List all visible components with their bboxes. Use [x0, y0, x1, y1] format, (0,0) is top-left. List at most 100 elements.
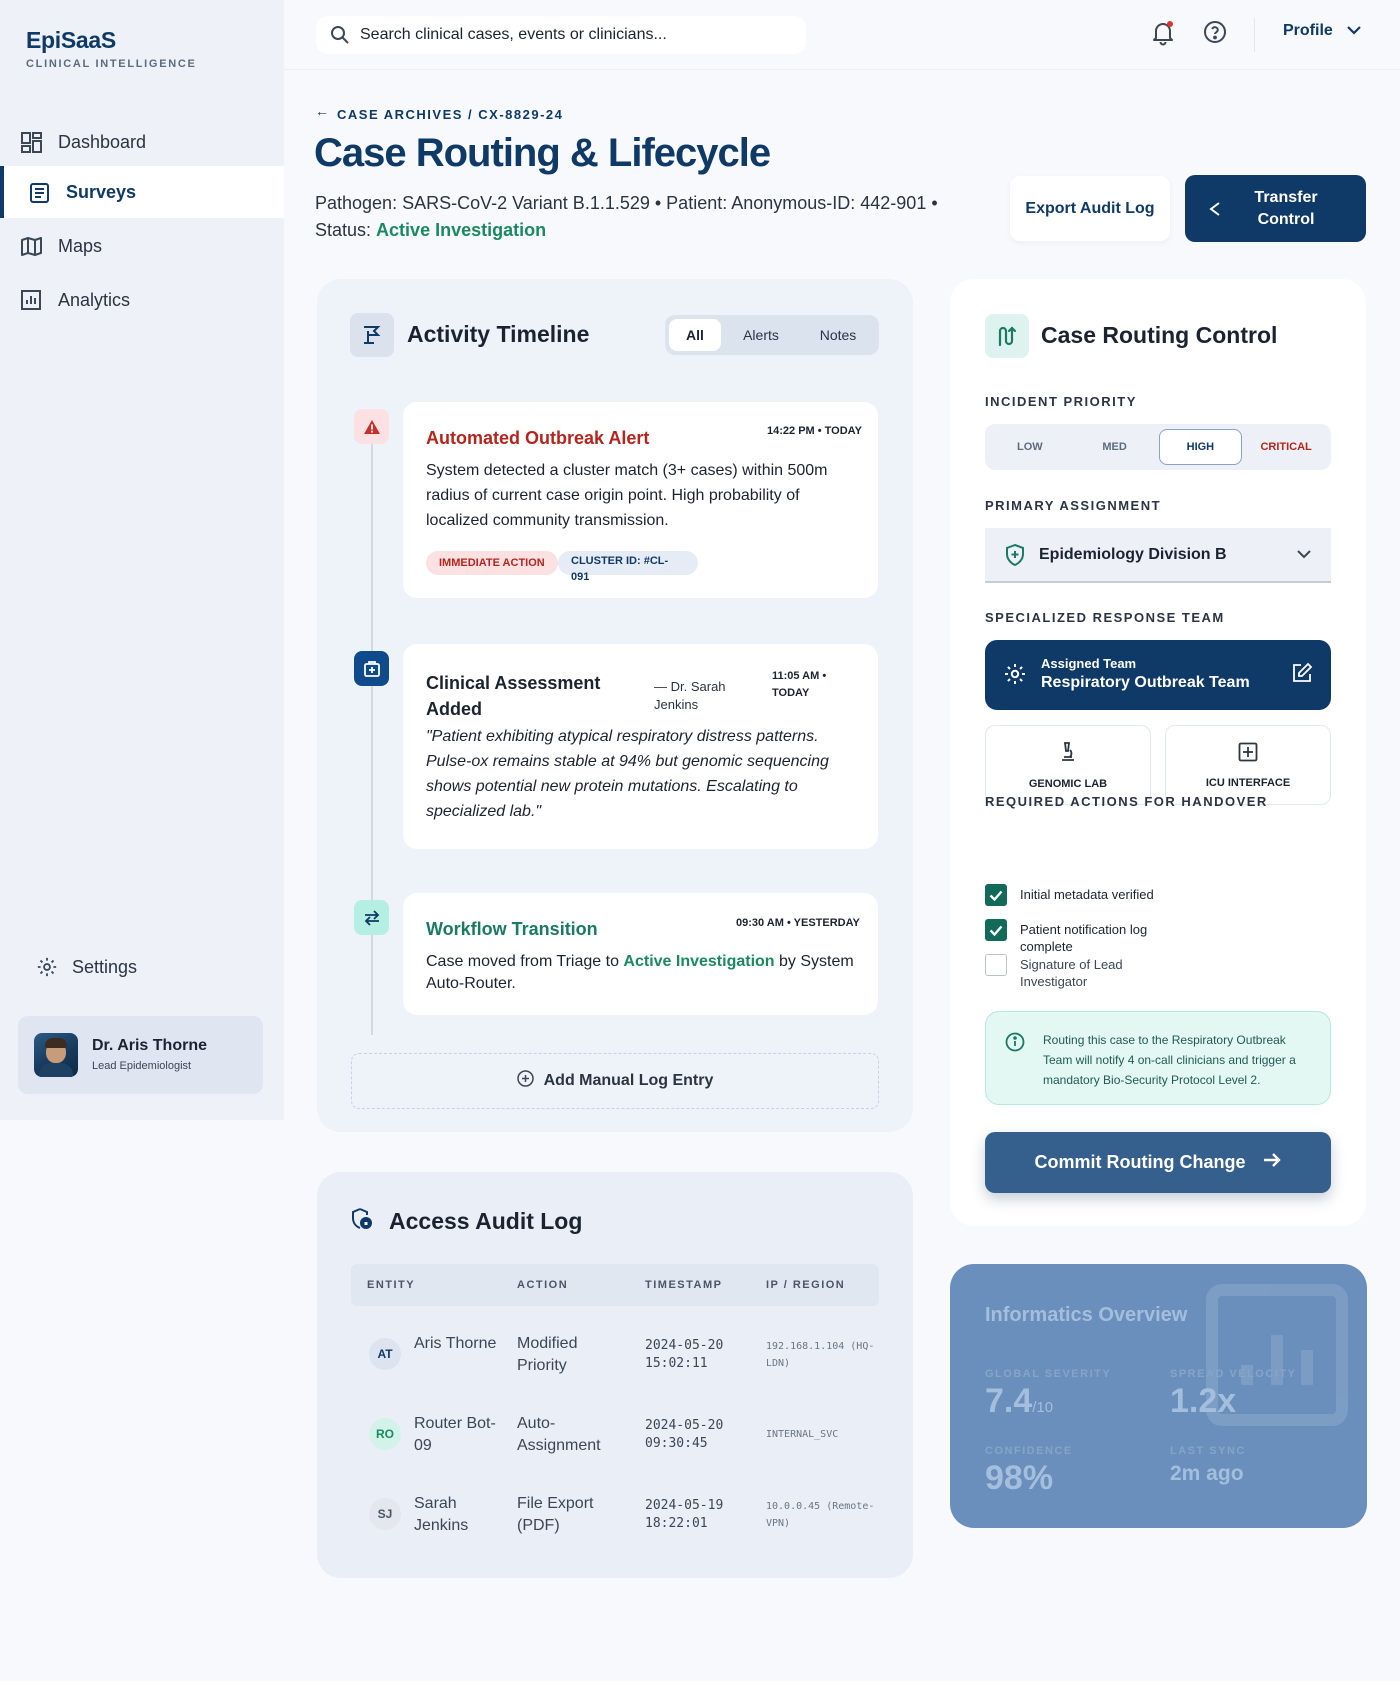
- checklist-item[interactable]: Patient notification log complete: [985, 919, 1205, 955]
- spread-velocity-label: SPREAD VELOCITY: [1170, 1368, 1297, 1380]
- avatar: RO: [369, 1418, 401, 1450]
- export-audit-log-button[interactable]: Export Audit Log: [1010, 176, 1170, 241]
- arrow-right-icon: [1263, 1152, 1282, 1173]
- event-title: Clinical Assessment Added: [426, 673, 601, 719]
- status-label: Status:: [315, 220, 372, 240]
- sidebar-item-surveys[interactable]: Surveys: [0, 166, 284, 218]
- user-name: Dr. Aris Thorne: [92, 1037, 207, 1054]
- chevron-down-icon: [1297, 550, 1311, 559]
- last-sync-label: LAST SYNC: [1170, 1445, 1246, 1457]
- priority-high[interactable]: HIGH: [1158, 429, 1243, 465]
- audit-title: Access Audit Log: [389, 1208, 583, 1234]
- user-card[interactable]: Dr. Aris Thorne Lead Epidemiologist: [18, 1016, 263, 1094]
- top-bar: Profile: [284, 0, 1400, 70]
- tab-notes[interactable]: Notes: [801, 319, 875, 351]
- avatar: AT: [369, 1338, 401, 1370]
- checkbox-checked[interactable]: [985, 884, 1007, 906]
- event-time: 14:22 PM • TODAY: [767, 425, 862, 437]
- global-severity-value: 7.4/10: [985, 1382, 1053, 1421]
- edit-icon[interactable]: [1291, 662, 1313, 684]
- access-audit-log-card: Access Audit Log ENTITY ACTION TIMESTAMP…: [317, 1172, 913, 1578]
- warning-icon: [354, 409, 389, 444]
- icu-interface-option[interactable]: ICU INTERFACE: [1165, 725, 1331, 805]
- avatar: [34, 1033, 78, 1077]
- settings-link[interactable]: Settings: [36, 956, 137, 978]
- sub-team-label: GENOMIC LAB: [1028, 777, 1108, 790]
- transfer-control-button[interactable]: Transfer Control: [1185, 175, 1366, 242]
- event-time: 11:05 AM • TODAY: [772, 670, 827, 699]
- chevron-down-icon: [1347, 22, 1361, 40]
- event-title: Automated Outbreak Alert: [426, 428, 650, 448]
- incident-priority-label: INCIDENT PRIORITY: [985, 394, 1137, 409]
- confidence-value: 98%: [985, 1459, 1054, 1497]
- action-cell: Auto-Assignment: [517, 1415, 601, 1454]
- tab-alerts[interactable]: Alerts: [721, 319, 801, 351]
- commit-routing-change-button[interactable]: Commit Routing Change: [985, 1132, 1331, 1193]
- event-body-text: Case moved from Triage to: [426, 953, 624, 970]
- checklist-item[interactable]: Signature of Lead Investigator: [985, 954, 1205, 990]
- case-meta: Pathogen: SARS-CoV-2 Variant B.1.1.529 •…: [315, 190, 975, 244]
- global-severity-unit: /10: [1032, 1399, 1054, 1416]
- user-role: Lead Epidemiologist: [92, 1060, 192, 1072]
- table-row[interactable]: RO Router Bot-09 Auto-Assignment 2024-05…: [351, 1394, 879, 1474]
- sidebar-item-analytics[interactable]: Analytics: [0, 274, 284, 326]
- priority-low[interactable]: LOW: [989, 429, 1071, 465]
- handover-label: REQUIRED ACTIONS FOR HANDOVER: [985, 794, 1268, 809]
- column-header: ENTITY: [367, 1279, 416, 1291]
- sidebar-item-label: Dashboard: [58, 131, 147, 152]
- sidebar-item-dashboard[interactable]: Dashboard: [0, 116, 284, 168]
- page-title: Case Routing & Lifecycle: [314, 131, 771, 175]
- brand-name: EpiSaaS: [26, 27, 116, 53]
- divider: [1254, 18, 1255, 52]
- timeline-filter-tabs: All Alerts Notes: [665, 315, 879, 355]
- checklist-item[interactable]: Initial metadata verified: [985, 884, 1205, 906]
- table-row[interactable]: SJ Sarah Jenkins File Export (PDF) 2024-…: [351, 1474, 879, 1554]
- profile-menu[interactable]: Profile: [1283, 22, 1361, 40]
- timestamp-cell: 2024-05-19 18:22:01: [645, 1498, 724, 1531]
- search-input[interactable]: [360, 26, 780, 44]
- action-cell: File Export (PDF): [517, 1495, 594, 1534]
- help-icon[interactable]: [1203, 20, 1227, 49]
- table-row[interactable]: AT Aris Thorne Modified Priority 2024-05…: [351, 1314, 879, 1394]
- sub-team-label: ICU INTERFACE: [1205, 776, 1291, 789]
- event-body-highlight: Active Investigation: [623, 953, 775, 970]
- avatar: SJ: [369, 1498, 401, 1530]
- search-icon: [330, 25, 350, 45]
- timeline-line: [371, 435, 373, 1035]
- checklist-label: Initial metadata verified: [1020, 887, 1154, 902]
- priority-selector: LOW MED HIGH CRITICAL: [985, 424, 1331, 470]
- timeline-event-workflow-transition[interactable]: Workflow Transition 09:30 AM • YESTERDAY…: [403, 893, 878, 1015]
- priority-critical[interactable]: CRITICAL: [1245, 429, 1327, 465]
- settings-label: Settings: [72, 956, 138, 977]
- timestamp-cell: 2024-05-20 15:02:11: [645, 1338, 724, 1371]
- timeline-icon: [350, 313, 394, 357]
- timeline-event-outbreak-alert[interactable]: Automated Outbreak Alert 14:22 PM • TODA…: [403, 402, 878, 598]
- activity-timeline-card: Activity Timeline All Alerts Notes Autom…: [317, 279, 913, 1132]
- assigned-team-name: Respiratory Outbreak Team: [1041, 674, 1250, 691]
- timeline-event-clinical-assessment[interactable]: Clinical Assessment Added — Dr. Sarah Je…: [403, 644, 878, 849]
- checkbox-unchecked[interactable]: [985, 954, 1007, 976]
- genomic-lab-option[interactable]: GENOMIC LAB: [985, 725, 1151, 805]
- microscope-icon: [1059, 741, 1077, 766]
- checklist-label: Patient notification log complete: [1020, 922, 1148, 954]
- chart-icon: [20, 289, 42, 311]
- entity-cell: Aris Thorne: [414, 1335, 497, 1352]
- global-severity-number: 7.4: [985, 1382, 1033, 1420]
- info-icon: [1005, 1032, 1025, 1052]
- priority-med[interactable]: MED: [1074, 429, 1156, 465]
- checkbox-checked[interactable]: [985, 919, 1007, 941]
- routing-icon: [985, 314, 1029, 358]
- tab-all[interactable]: All: [669, 319, 721, 351]
- primary-assignment-select[interactable]: Epidemiology Division B: [985, 528, 1331, 583]
- ip-region-cell: INTERNAL_SVC: [766, 1429, 839, 1440]
- search-bar[interactable]: [316, 16, 806, 54]
- sidebar-item-maps[interactable]: Maps: [0, 220, 284, 272]
- medical-kit-icon: [354, 651, 389, 686]
- assigned-team-card[interactable]: Assigned Team Respiratory Outbreak Team: [985, 640, 1331, 710]
- bell-icon[interactable]: [1151, 20, 1175, 51]
- shield-lock-icon: [351, 1207, 373, 1236]
- dashboard-icon: [20, 131, 42, 153]
- breadcrumb[interactable]: ← CASE ARCHIVES / CX-8829-24: [315, 103, 567, 124]
- add-manual-log-button[interactable]: Add Manual Log Entry: [351, 1053, 879, 1109]
- back-arrow-icon[interactable]: ←: [315, 103, 329, 119]
